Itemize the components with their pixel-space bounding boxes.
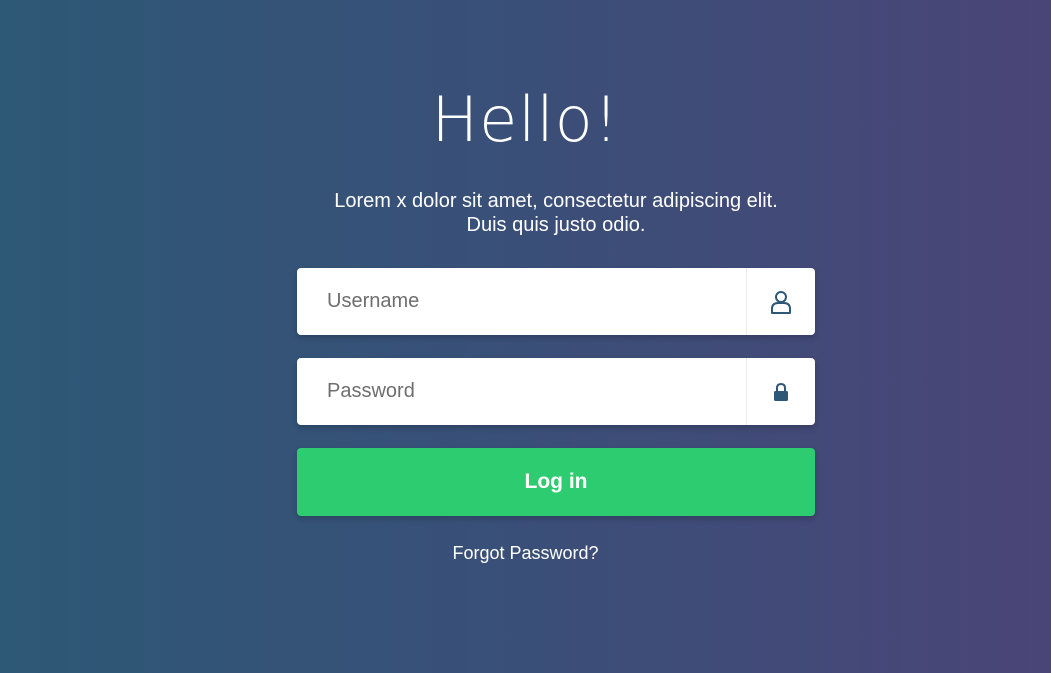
- password-input[interactable]: [297, 358, 767, 425]
- password-field[interactable]: [297, 358, 815, 425]
- field-divider: [746, 358, 747, 425]
- user-icon: [767, 289, 795, 315]
- field-divider: [746, 268, 747, 335]
- lock-icon: [767, 379, 795, 405]
- login-button[interactable]: Log in: [297, 448, 815, 516]
- username-input[interactable]: [297, 268, 767, 335]
- login-page: Hello! Lorem x dolor sit amet, consectet…: [0, 0, 1051, 673]
- forgot-password-label[interactable]: Forgot Password?: [452, 543, 598, 563]
- page-subtitle: Lorem x dolor sit amet, consectetur adip…: [334, 190, 778, 236]
- username-field[interactable]: [297, 268, 815, 335]
- page-title: Hello!: [431, 83, 620, 156]
- forgot-password-link[interactable]: Forgot Password?: [0, 542, 1051, 564]
